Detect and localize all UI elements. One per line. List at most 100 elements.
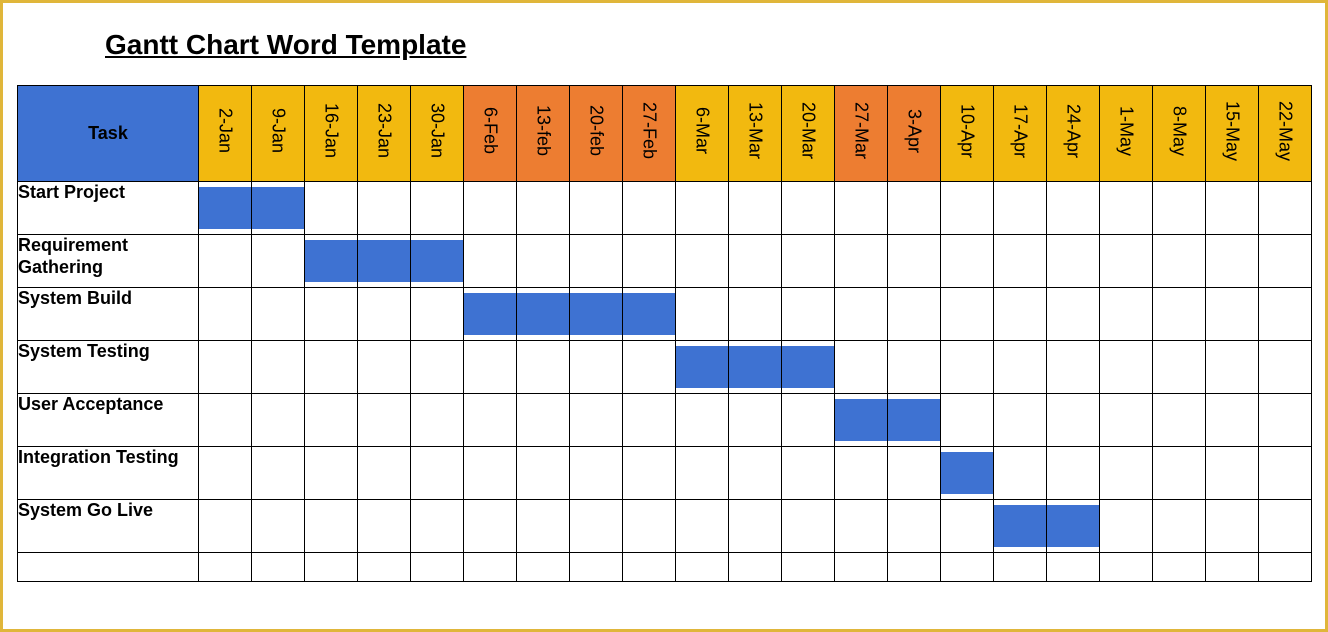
gantt-cell — [305, 341, 358, 394]
gantt-bar — [199, 187, 251, 229]
gantt-cell — [835, 500, 888, 553]
gantt-cell — [199, 288, 252, 341]
gantt-cell — [570, 394, 623, 447]
date-header-label: 6-Mar — [692, 107, 713, 154]
gantt-cell — [358, 182, 411, 235]
date-header-cell: 3-Apr — [888, 86, 941, 182]
date-header-cell: 2-Jan — [199, 86, 252, 182]
gantt-cell — [729, 341, 782, 394]
task-header-cell: Task — [18, 86, 199, 182]
gantt-cell — [411, 394, 464, 447]
gantt-cell — [1153, 288, 1206, 341]
gantt-cell — [941, 182, 994, 235]
gantt-cell — [782, 447, 835, 500]
task-name-cell: System Go Live — [18, 500, 199, 553]
gantt-cell — [1206, 182, 1259, 235]
gantt-bar — [888, 399, 940, 441]
date-header-label: 30-Jan — [427, 103, 448, 158]
gantt-cell — [570, 341, 623, 394]
task-name-cell: System Build — [18, 288, 199, 341]
date-header-label: 20-feb — [586, 105, 607, 156]
gantt-cell — [358, 288, 411, 341]
date-header-cell: 22-May — [1259, 86, 1312, 182]
gantt-cell — [623, 288, 676, 341]
gantt-thead: Task 2-Jan9-Jan16-Jan23-Jan30-Jan6-Feb13… — [18, 86, 1312, 182]
gantt-cell — [623, 394, 676, 447]
gantt-cell — [782, 288, 835, 341]
table-row: Start Project — [18, 182, 1312, 235]
gantt-cell — [1259, 341, 1312, 394]
gantt-cell — [1259, 182, 1312, 235]
gantt-cell — [941, 500, 994, 553]
date-header-label: 22-May — [1275, 101, 1296, 161]
date-header-label: 27-Feb — [639, 102, 660, 159]
gantt-cell — [941, 341, 994, 394]
gantt-cell — [994, 235, 1047, 288]
gantt-cell — [676, 500, 729, 553]
gantt-cell — [729, 288, 782, 341]
date-header-cell: 20-feb — [570, 86, 623, 182]
gantt-cell — [1100, 341, 1153, 394]
gantt-cell — [941, 553, 994, 582]
gantt-cell — [305, 182, 358, 235]
gantt-cell — [941, 288, 994, 341]
gantt-cell — [358, 341, 411, 394]
gantt-bar — [517, 293, 569, 335]
gantt-cell — [729, 394, 782, 447]
gantt-bar — [994, 505, 1046, 547]
gantt-bar — [623, 293, 675, 335]
gantt-bar — [570, 293, 622, 335]
gantt-cell — [782, 500, 835, 553]
gantt-cell — [623, 500, 676, 553]
gantt-cell — [305, 500, 358, 553]
date-header-label: 23-Jan — [374, 103, 395, 158]
gantt-cell — [358, 447, 411, 500]
page-title: Gantt Chart Word Template — [105, 29, 1311, 61]
gantt-cell — [1206, 288, 1259, 341]
date-header-label: 27-Mar — [851, 102, 872, 159]
gantt-cell — [676, 341, 729, 394]
gantt-cell — [994, 341, 1047, 394]
gantt-cell — [729, 447, 782, 500]
gantt-cell — [570, 447, 623, 500]
gantt-cell — [888, 288, 941, 341]
gantt-cell — [570, 553, 623, 582]
table-row: User Acceptance — [18, 394, 1312, 447]
date-header-label: 24-Apr — [1063, 104, 1084, 158]
gantt-cell — [1259, 553, 1312, 582]
gantt-cell — [517, 341, 570, 394]
gantt-cell — [888, 553, 941, 582]
gantt-cell — [1206, 500, 1259, 553]
gantt-cell — [1153, 182, 1206, 235]
gantt-cell — [835, 288, 888, 341]
gantt-cell — [782, 341, 835, 394]
gantt-cell — [1259, 235, 1312, 288]
date-header-label: 20-Mar — [798, 102, 819, 159]
gantt-bar — [358, 240, 410, 282]
gantt-cell — [411, 500, 464, 553]
table-row: System Build — [18, 288, 1312, 341]
gantt-cell — [888, 235, 941, 288]
date-header-label: 13-feb — [533, 105, 554, 156]
gantt-cell — [252, 500, 305, 553]
gantt-cell — [1100, 553, 1153, 582]
gantt-cell — [623, 235, 676, 288]
date-header-cell: 8-May — [1153, 86, 1206, 182]
gantt-cell — [1153, 500, 1206, 553]
gantt-cell — [1047, 288, 1100, 341]
gantt-cell — [941, 394, 994, 447]
date-header-label: 17-Apr — [1010, 104, 1031, 158]
gantt-cell — [676, 553, 729, 582]
gantt-cell — [888, 500, 941, 553]
gantt-cell — [941, 235, 994, 288]
gantt-cell — [252, 553, 305, 582]
gantt-cell — [1259, 288, 1312, 341]
gantt-bar — [305, 240, 357, 282]
gantt-body: Start ProjectRequirement GatheringSystem… — [18, 182, 1312, 582]
table-row: Requirement Gathering — [18, 235, 1312, 288]
date-header-label: 6-Feb — [480, 107, 501, 154]
gantt-cell — [1206, 394, 1259, 447]
date-header-label: 1-May — [1116, 106, 1137, 156]
gantt-cell — [729, 235, 782, 288]
gantt-cell — [1206, 553, 1259, 582]
